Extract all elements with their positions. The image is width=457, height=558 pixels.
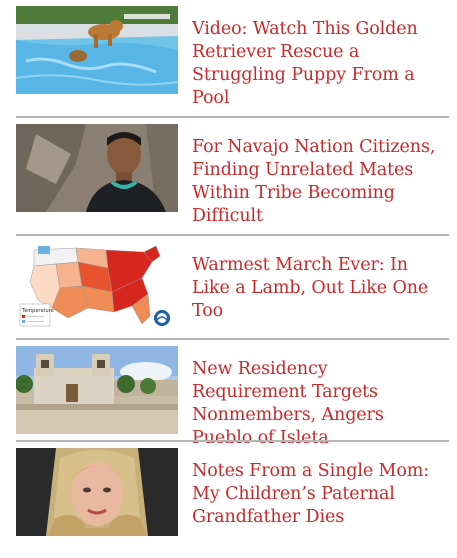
us-temperature-map: Temperature (16, 242, 178, 330)
article-thumbnail-isleta[interactable] (16, 346, 178, 434)
map-legend-title: Temperature (21, 308, 54, 314)
article-item: For Navajo Nation Citizens, Finding Unre… (0, 118, 449, 234)
article-item: Video: Watch This Golden Retriever Rescu… (0, 0, 449, 116)
article-title-link[interactable]: New Residency Requirement Targets Nonmem… (192, 358, 444, 450)
article-title-link[interactable]: For Navajo Nation Citizens, Finding Unre… (192, 136, 444, 228)
article-title-link[interactable]: Warmest March Ever: In Like a Lamb, Out … (192, 254, 444, 323)
article-thumbnail-single-mom[interactable] (16, 448, 178, 536)
article-title-link[interactable]: Notes From a Single Mom: My Children’s P… (192, 460, 444, 529)
dog-pool-photo (16, 6, 178, 94)
article-thumbnail-dog-pool[interactable] (16, 6, 178, 94)
article-title-link[interactable]: Video: Watch This Golden Retriever Rescu… (192, 18, 444, 110)
article-item: New Residency Requirement Targets Nonmem… (0, 340, 449, 456)
article-item: Temperature Warmest March Ever: In Like … (0, 236, 449, 352)
navajo-man-photo (16, 124, 178, 212)
article-item: Notes From a Single Mom: My Children’s P… (0, 442, 449, 558)
single-mom-portrait (16, 448, 178, 536)
article-thumbnail-navajo[interactable] (16, 124, 178, 212)
isleta-church-photo (16, 346, 178, 434)
article-thumbnail-temperature-map[interactable]: Temperature (16, 242, 178, 330)
